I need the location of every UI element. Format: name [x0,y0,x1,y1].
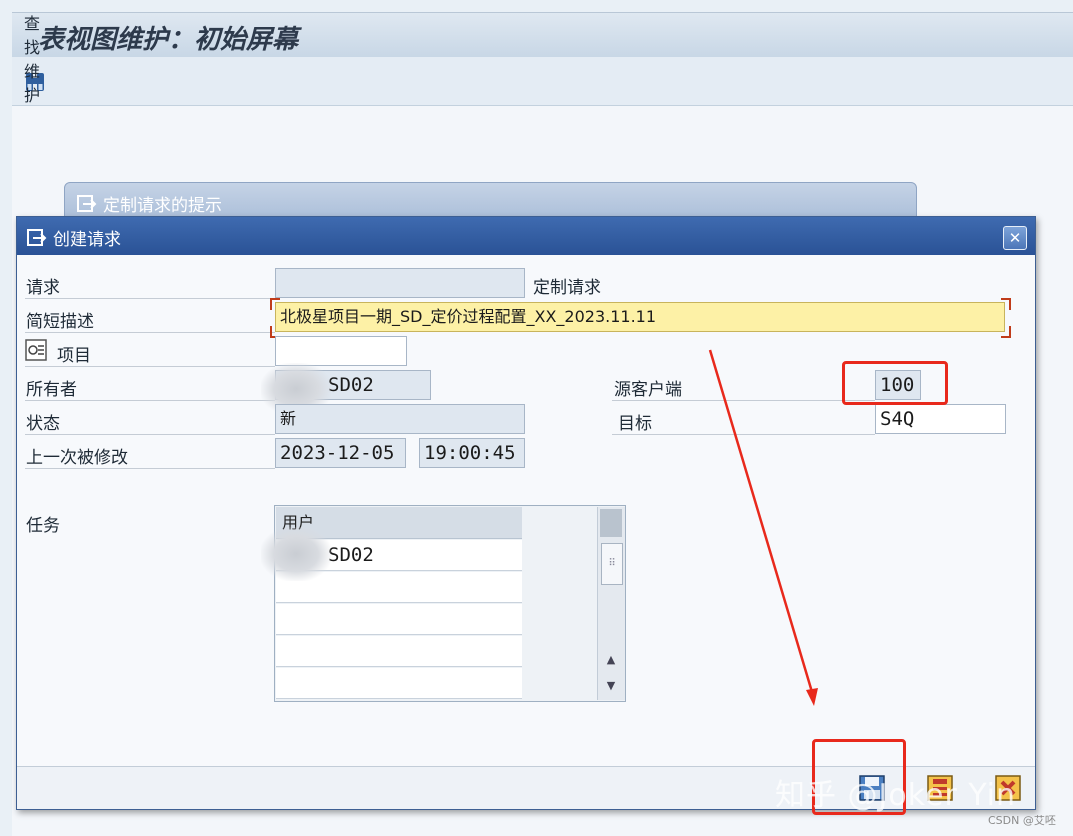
annotation-arrow [708,349,818,706]
watermark-small: CSDN @艾呸 [988,814,1056,827]
watermark: 知乎 @Joker Yin [775,778,1016,813]
